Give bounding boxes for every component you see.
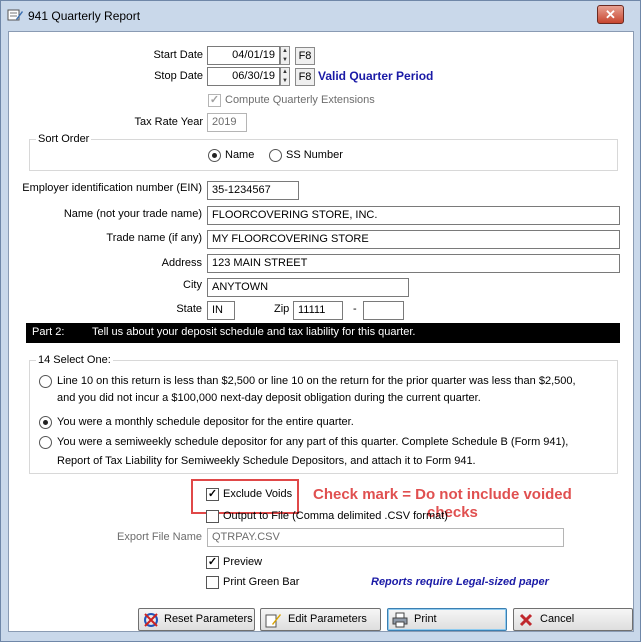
edit-parameters-button[interactable]: Edit Parameters xyxy=(260,608,381,631)
zip-dash: - xyxy=(353,303,357,315)
green-bar-label: Print Green Bar xyxy=(223,576,300,588)
stop-date-label: Stop Date xyxy=(154,70,203,82)
printer-icon xyxy=(392,612,408,628)
part2-tag: Part 2: xyxy=(32,326,65,338)
print-button[interactable]: Print xyxy=(387,608,507,631)
dialog-body: Start Date 04/01/19 ▲ ▼ F8 Stop Date 06/3… xyxy=(8,31,634,632)
cancel-button[interactable]: Cancel xyxy=(513,608,633,631)
cancel-label: Cancel xyxy=(540,613,575,625)
tax-rate-year-field[interactable]: 2019 xyxy=(207,113,247,132)
edit-parameters-label: Edit Parameters xyxy=(288,613,367,625)
output-file-checkbox[interactable] xyxy=(206,510,219,523)
deposit-option-2-line1: You were a monthly schedule depositor fo… xyxy=(57,416,354,428)
zip-ext-field[interactable] xyxy=(363,301,404,320)
green-bar-checkbox[interactable] xyxy=(206,576,219,589)
stop-date-field[interactable]: 06/30/19 xyxy=(207,67,280,86)
state-field[interactable]: IN xyxy=(207,301,235,320)
deposit-option-3-line2: Report of Tax Liability for Semiweekly S… xyxy=(57,455,476,467)
sort-ss-radio[interactable] xyxy=(269,149,282,162)
exclude-voids-label: Exclude Voids xyxy=(223,488,293,500)
reset-parameters-button[interactable]: Reset Parameters xyxy=(138,608,255,631)
title-bar[interactable]: 941 Quarterly Report ✕ xyxy=(1,1,640,31)
deposit-option-1-line1: Line 10 on this return is less than $2,5… xyxy=(57,375,576,387)
deposit-option-2-radio[interactable] xyxy=(39,416,52,429)
start-date-field[interactable]: 04/01/19 xyxy=(207,46,280,65)
name-field[interactable]: FLOORCOVERING STORE, INC. xyxy=(207,206,620,225)
exclude-voids-checkbox[interactable]: ✓ xyxy=(206,488,219,501)
export-file-field[interactable]: QTRPAY.CSV xyxy=(207,528,564,547)
trade-name-field[interactable]: MY FLOORCOVERING STORE xyxy=(207,230,620,249)
part2-header: Part 2: Tell us about your deposit sched… xyxy=(26,323,620,343)
deposit-option-1-line2: and you did not incur a $100,000 next-da… xyxy=(57,392,481,404)
stop-date-spinner[interactable]: ▲ ▼ xyxy=(280,67,290,86)
report-icon xyxy=(7,9,23,21)
tax-rate-year-label: Tax Rate Year xyxy=(134,116,204,128)
spin-up-icon: ▲ xyxy=(282,48,288,54)
close-icon: ✕ xyxy=(605,7,616,22)
spin-down-icon: ▼ xyxy=(282,78,288,84)
address-field[interactable]: 123 MAIN STREET xyxy=(207,254,620,273)
zip-label: Zip xyxy=(274,303,290,315)
start-date-spinner[interactable]: ▲ ▼ xyxy=(280,46,290,65)
preview-checkbox[interactable]: ✓ xyxy=(206,556,219,569)
report-window: 941 Quarterly Report ✕ Start Date 04/01/… xyxy=(0,0,641,642)
print-label: Print xyxy=(414,613,437,625)
state-label: State xyxy=(176,303,202,315)
stop-date-f8-button[interactable]: F8 xyxy=(295,68,315,86)
output-file-label: Output to File (Comma delimited .CSV for… xyxy=(223,510,448,522)
legal-paper-note: Reports require Legal-sized paper xyxy=(371,576,549,588)
name-label: Name (not your trade name) xyxy=(63,208,202,220)
export-file-label: Export File Name xyxy=(117,531,202,543)
select-one-caption: 14 Select One: xyxy=(36,354,113,366)
preview-label: Preview xyxy=(223,556,263,568)
start-date-f8-button[interactable]: F8 xyxy=(295,47,315,65)
ein-label: Employer identification number (EIN) xyxy=(22,182,202,194)
cancel-icon xyxy=(519,613,533,627)
close-button[interactable]: ✕ xyxy=(597,5,624,24)
sort-order-caption: Sort Order xyxy=(36,133,92,145)
address-label: Address xyxy=(161,257,202,269)
reset-icon xyxy=(144,613,158,627)
period-status: Valid Quarter Period xyxy=(318,69,434,83)
ein-field[interactable]: 35-1234567 xyxy=(207,181,299,200)
sort-name-label: Name xyxy=(225,149,255,161)
callout-line1: Check mark = Do not include voided xyxy=(313,486,572,503)
start-date-label: Start Date xyxy=(153,49,203,61)
sort-ss-label: SS Number xyxy=(286,149,343,161)
zip-field[interactable]: 11111 xyxy=(293,301,343,320)
edit-icon xyxy=(265,614,281,628)
city-label: City xyxy=(183,279,202,291)
reset-parameters-label: Reset Parameters xyxy=(164,613,253,625)
sort-name-radio[interactable] xyxy=(208,149,221,162)
spin-up-icon: ▲ xyxy=(282,69,288,75)
compute-extensions-label: Compute Quarterly Extensions xyxy=(225,94,375,106)
city-field[interactable]: ANYTOWN xyxy=(207,278,409,297)
deposit-option-1-radio[interactable] xyxy=(39,375,52,388)
window-title: 941 Quarterly Report xyxy=(28,9,141,23)
part2-text: Tell us about your deposit schedule and … xyxy=(92,326,416,338)
deposit-option-3-line1: You were a semiweekly schedule depositor… xyxy=(57,436,569,448)
spin-down-icon: ▼ xyxy=(282,57,288,63)
deposit-option-3-radio[interactable] xyxy=(39,436,52,449)
trade-name-label: Trade name (if any) xyxy=(106,232,202,244)
compute-extensions-checkbox[interactable]: ✓ xyxy=(208,94,221,107)
